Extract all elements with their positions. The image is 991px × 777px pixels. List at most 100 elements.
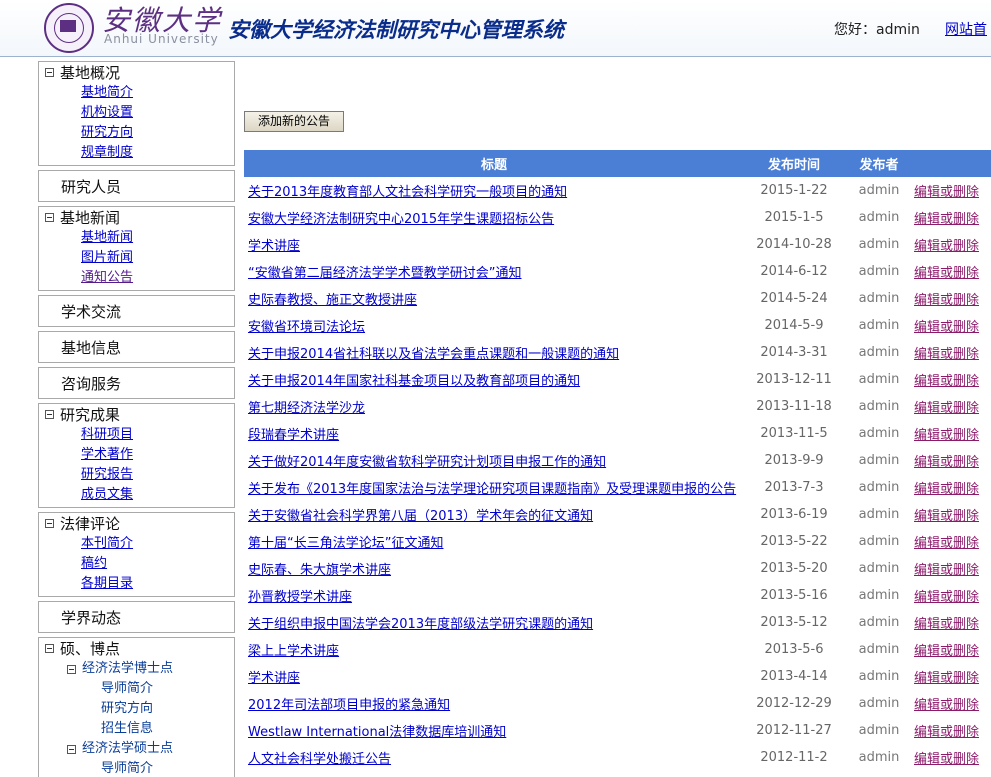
edit-delete-link[interactable]: 编辑或删除 (914, 536, 979, 551)
notice-date: 2013-5-12 (760, 615, 828, 630)
nav-item-base-intro[interactable]: 基地简介 (81, 85, 133, 100)
nav-item-works[interactable]: 学术著作 (81, 447, 133, 462)
collapse-toggle-icon[interactable] (67, 664, 76, 674)
notice-actions-cell: 编辑或删除 (914, 744, 991, 771)
notice-title-link[interactable]: 关于安徽省社会科学界第八届（2013）学术年会的征文通知 (248, 509, 593, 524)
notice-title-link[interactable]: 关于组织申报中国法学会2013年度部级法学研究课题的通知 (248, 617, 593, 632)
notice-title-cell: 关于申报2014省社科联以及省法学会重点课题和一般课题的通知 (244, 339, 744, 366)
nav-item-notices[interactable]: 通知公告 (81, 270, 133, 285)
edit-delete-link[interactable]: 编辑或删除 (914, 320, 979, 335)
table-row: 梁上上学术讲座 2013-5-6 admin 编辑或删除 (244, 636, 991, 663)
nav-item-photo-news[interactable]: 图片新闻 (81, 250, 133, 265)
notice-title-link[interactable]: 史际春、朱大旗学术讲座 (248, 563, 391, 578)
notice-title-link[interactable]: Westlaw International法律数据库培训通知 (248, 725, 506, 740)
edit-delete-link[interactable]: 编辑或删除 (914, 239, 979, 254)
notice-title-link[interactable]: 梁上上学术讲座 (248, 644, 339, 659)
nav-item-phd-directions[interactable]: 研究方向 (39, 699, 234, 719)
edit-delete-link[interactable]: 编辑或删除 (914, 671, 979, 686)
notice-title-link[interactable]: 学术讲座 (248, 239, 300, 254)
edit-delete-link[interactable]: 编辑或删除 (914, 455, 979, 470)
nav-item-phd-advisors[interactable]: 导师简介 (39, 679, 234, 699)
collapse-toggle-icon[interactable] (45, 213, 54, 222)
nav-group-phd[interactable]: 经济法学博士点 (39, 659, 234, 679)
collapse-toggle-icon[interactable] (45, 410, 54, 419)
nav-item-issues[interactable]: 各期目录 (81, 576, 133, 591)
notice-title-link[interactable]: 段瑞春学术讲座 (248, 428, 339, 443)
nav-item-phd-admission[interactable]: 招生信息 (39, 719, 234, 739)
edit-delete-link[interactable]: 编辑或删除 (914, 374, 979, 389)
nav-section-academic-exchange[interactable]: 学术交流 (38, 295, 235, 327)
notice-title-cell: 史际春、朱大旗学术讲座 (244, 555, 744, 582)
notice-title-link[interactable]: 2012年司法部项目申报的紧急通知 (248, 698, 450, 713)
edit-delete-link[interactable]: 编辑或删除 (914, 698, 979, 713)
notice-actions-cell: 编辑或删除 (914, 690, 991, 717)
nav-group-master[interactable]: 经济法学硕士点 (39, 739, 234, 759)
nav-item-org[interactable]: 机构设置 (81, 105, 133, 120)
notice-title-link[interactable]: 孙晋教授学术讲座 (248, 590, 352, 605)
nav-item-journal-intro[interactable]: 本刊简介 (81, 536, 133, 551)
notice-title-link[interactable]: 关于申报2014省社科联以及省法学会重点课题和一般课题的通知 (248, 347, 619, 362)
edit-delete-link[interactable]: 编辑或删除 (914, 725, 979, 740)
edit-delete-link[interactable]: 编辑或删除 (914, 401, 979, 416)
notice-actions-cell: 编辑或删除 (914, 258, 991, 285)
edit-delete-link[interactable]: 编辑或删除 (914, 563, 979, 578)
nav-section-header[interactable]: 法律评论 (39, 513, 234, 534)
edit-delete-link[interactable]: 编辑或删除 (914, 509, 979, 524)
nav-section-header[interactable]: 基地概况 (39, 62, 234, 83)
notice-title-link[interactable]: 关于发布《2013年度国家法治与法学理论研究项目课题指南》及受理课题申报的公告 (248, 482, 736, 497)
site-home-link[interactable]: 网站首 (945, 19, 987, 39)
collapse-toggle-icon[interactable] (45, 644, 54, 653)
nav-item-base-news[interactable]: 基地新闻 (81, 230, 133, 245)
edit-delete-link[interactable]: 编辑或删除 (914, 212, 979, 227)
collapse-toggle-icon[interactable] (45, 519, 54, 528)
nav-item-submission[interactable]: 稿约 (81, 556, 107, 571)
table-row: 关于2013年度教育部人文社会科学研究一般项目的通知 2015-1-22 admin… (244, 177, 991, 204)
edit-delete-link[interactable]: 编辑或删除 (914, 752, 979, 767)
nav-section-header[interactable]: 研究成果 (39, 404, 234, 425)
notice-title-link[interactable]: 第七期经济法学沙龙 (248, 401, 365, 416)
table-row: 关于组织申报中国法学会2013年度部级法学研究课题的通知 2013-5-12 adm… (244, 609, 991, 636)
nav-item-master-advisors[interactable]: 导师简介 (39, 759, 234, 777)
edit-delete-link[interactable]: 编辑或删除 (914, 347, 979, 362)
nav-item-reports[interactable]: 研究报告 (81, 467, 133, 482)
notice-title-cell: 关于发布《2013年度国家法治与法学理论研究项目课题指南》及受理课题申报的公告 (244, 474, 744, 501)
edit-delete-link[interactable]: 编辑或删除 (914, 617, 979, 632)
notice-title-link[interactable]: 关于2013年度教育部人文社会科学研究一般项目的通知 (248, 185, 567, 200)
edit-delete-link[interactable]: 编辑或删除 (914, 428, 979, 443)
edit-delete-link[interactable]: 编辑或删除 (914, 482, 979, 497)
notice-title-cell: 安徽大学经济法制研究中心2015年学生课题招标公告 (244, 204, 744, 231)
notice-title-link[interactable]: 史际春教授、施正文教授讲座 (248, 293, 417, 308)
notice-publisher: admin (858, 426, 900, 441)
notice-title-link[interactable]: 关于做好2014年度安徽省软科学研究计划项目申报工作的通知 (248, 455, 606, 470)
nav-item-research-direction[interactable]: 研究方向 (81, 125, 133, 140)
notice-title-cell: 段瑞春学术讲座 (244, 420, 744, 447)
nav-section-consulting[interactable]: 咨询服务 (38, 367, 235, 399)
notice-title-link[interactable]: 学术讲座 (248, 671, 300, 686)
nav-section-header[interactable]: 硕、博点 (39, 638, 234, 659)
notice-title-link[interactable]: 安徽大学经济法制研究中心2015年学生课题招标公告 (248, 212, 554, 227)
nav-item-collections[interactable]: 成员文集 (81, 487, 133, 502)
notice-title-link[interactable]: 第十届“长三角法学论坛”征文通知 (248, 536, 443, 551)
edit-delete-link[interactable]: 编辑或删除 (914, 590, 979, 605)
notice-date: 2015-1-22 (760, 183, 828, 198)
collapse-toggle-icon[interactable] (45, 68, 54, 77)
nav-section-base-info[interactable]: 基地信息 (38, 331, 235, 363)
collapse-toggle-icon[interactable] (67, 744, 76, 754)
nav-section-researchers[interactable]: 研究人员 (38, 170, 235, 202)
notice-title-link[interactable]: 关于申报2014年国家社科基金项目以及教育部项目的通知 (248, 374, 580, 389)
nav-section-academic-news[interactable]: 学界动态 (38, 601, 235, 633)
edit-delete-link[interactable]: 编辑或删除 (914, 293, 979, 308)
notice-title-cell: 关于申报2014年国家社科基金项目以及教育部项目的通知 (244, 366, 744, 393)
user-greeting: 您好：admin (834, 22, 920, 38)
nav-section-header[interactable]: 基地新闻 (39, 207, 234, 228)
notice-title-link[interactable]: 安徽省环境司法论坛 (248, 320, 365, 335)
edit-delete-link[interactable]: 编辑或删除 (914, 185, 979, 200)
edit-delete-link[interactable]: 编辑或删除 (914, 644, 979, 659)
notice-title-link[interactable]: 人文社会科学处搬迁公告 (248, 752, 391, 767)
notice-title-link[interactable]: “安徽省第二届经济法学学术暨教学研讨会”通知 (248, 266, 521, 281)
edit-delete-link[interactable]: 编辑或删除 (914, 266, 979, 281)
nav-item-rules[interactable]: 规章制度 (81, 145, 133, 160)
add-notice-button[interactable]: 添加新的公告 (244, 111, 344, 132)
nav-item-projects[interactable]: 科研项目 (81, 427, 133, 442)
nav-section-title: 学术交流 (61, 302, 122, 321)
